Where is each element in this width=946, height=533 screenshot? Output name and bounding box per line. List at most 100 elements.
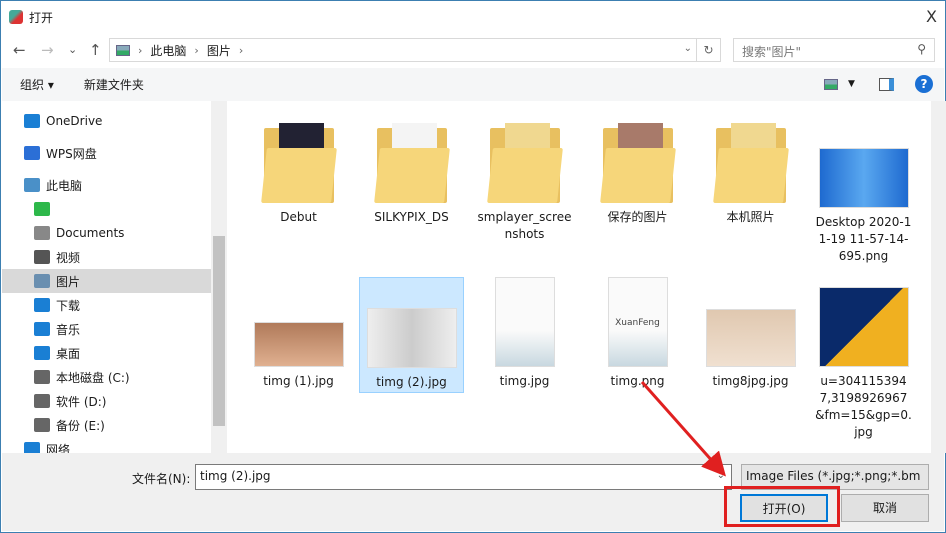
folder-item[interactable]: 本机照片 <box>698 113 803 226</box>
sidebar-item-icon <box>34 202 50 216</box>
sidebar-item-label: 本地磁盘 (C:) <box>56 370 130 385</box>
sidebar-item-icon <box>34 274 50 288</box>
preview-pane-icon[interactable] <box>879 78 894 91</box>
sidebar-item-icon <box>24 442 40 453</box>
sidebar-item[interactable]: 本地磁盘 (C:) <box>2 365 211 389</box>
file-name: 本机照片 <box>726 210 775 224</box>
folder-item[interactable]: 保存的图片 <box>585 113 690 226</box>
folder-item[interactable]: SILKYPIX_DS <box>359 113 464 226</box>
sidebar-item[interactable]: WPS网盘 <box>2 141 211 165</box>
sidebar-item-icon <box>34 298 50 312</box>
help-icon[interactable]: ? <box>915 75 933 93</box>
address-bar[interactable]: › 此电脑 › 图片 › ⌄ ↻ <box>109 38 721 62</box>
bottom-panel: 文件名(N): timg (2).jpg ⌄ Image Files (*.jp… <box>2 453 944 531</box>
sidebar-item-label: 网络 <box>46 442 71 454</box>
sidebar-item[interactable]: OneDrive <box>2 109 211 133</box>
open-button[interactable]: 打开(O) <box>740 494 828 522</box>
folder-icon <box>260 123 337 203</box>
image-thumbnail <box>494 277 555 367</box>
filetype-select[interactable]: Image Files (*.jpg;*.png;*.bm <box>741 464 929 490</box>
file-name: Debut <box>280 210 317 224</box>
sidebar-item-label: 图片 <box>56 274 81 289</box>
sidebar-item[interactable]: 桌面 <box>2 341 211 365</box>
file-list: Debut SILKYPIX_DS smplayer_screenshots 保存的图… <box>229 101 931 453</box>
file-item[interactable]: timg8jpg.jpg <box>698 277 803 390</box>
sidebar-item[interactable]: 备份 (E:) <box>2 413 211 437</box>
sidebar-item[interactable]: 视频 <box>2 245 211 269</box>
close-button[interactable]: X <box>926 7 937 26</box>
new-folder-button[interactable]: 新建文件夹 <box>84 76 144 93</box>
sidebar-item-label: 视频 <box>56 250 81 265</box>
sidebar-item-icon <box>24 178 40 192</box>
sidebar-item-icon <box>34 346 50 360</box>
sidebar-item-label: 备份 (E:) <box>56 418 105 433</box>
sidebar-item-icon <box>34 418 50 432</box>
sidebar-item-label: 桌面 <box>56 346 81 361</box>
sidebar-item[interactable] <box>2 197 211 221</box>
cancel-button[interactable]: 取消 <box>841 494 929 522</box>
image-thumbnail <box>253 322 344 367</box>
folder-icon <box>486 123 563 203</box>
recent-locations-icon[interactable]: ⌄ <box>68 43 77 56</box>
forward-icon[interactable]: → <box>41 41 54 59</box>
breadcrumb-this-pc[interactable]: 此电脑 <box>150 42 186 59</box>
sidebar-scrollbar[interactable] <box>211 101 227 453</box>
sidebar-item-label: 软件 (D:) <box>56 394 107 409</box>
file-item[interactable]: Desktop 2020-11-19 11-57-14-695.png <box>811 113 916 265</box>
image-thumbnail <box>818 287 909 367</box>
up-icon[interactable]: ↑ <box>89 41 102 59</box>
file-name: timg8jpg.jpg <box>712 374 789 388</box>
file-name: u=3041153947,3198926967&fm=15&gp=0.jpg <box>815 374 912 439</box>
folder-item[interactable]: smplayer_screenshots <box>472 113 577 243</box>
file-item[interactable]: timg (2).jpg <box>359 277 464 393</box>
chevron-down-icon[interactable]: ⌄ <box>684 43 692 54</box>
sidebar-item[interactable]: 网络 <box>2 437 211 453</box>
breadcrumb-pictures[interactable]: 图片 <box>207 42 231 59</box>
sidebar-item-icon <box>24 146 40 160</box>
image-thumbnail <box>705 309 796 367</box>
navigation-bar: ← → ⌄ ↑ › 此电脑 › 图片 › ⌄ ↻ 搜索"图片" ⚲ <box>1 37 945 63</box>
filename-input[interactable]: timg (2).jpg ⌄ <box>195 464 732 490</box>
folder-item[interactable]: Debut <box>246 113 351 226</box>
search-icon: ⚲ <box>917 42 926 56</box>
back-icon[interactable]: ← <box>13 41 26 59</box>
sidebar-item-icon <box>24 114 40 128</box>
open-file-dialog: 打开 X ← → ⌄ ↑ › 此电脑 › 图片 › ⌄ ↻ 搜索"图片" ⚲ 组… <box>0 0 946 533</box>
file-item[interactable]: timg.jpg <box>472 277 577 390</box>
file-item[interactable]: XuanFeng timg.png <box>585 277 690 390</box>
image-thumbnail <box>366 308 457 368</box>
sidebar-item-icon <box>34 226 50 240</box>
sidebar-item[interactable]: 软件 (D:) <box>2 389 211 413</box>
sidebar-item[interactable]: 音乐 <box>2 317 211 341</box>
app-icon <box>9 10 23 24</box>
file-name: Desktop 2020-11-19 11-57-14-695.png <box>815 215 912 263</box>
sidebar-item-label: Documents <box>56 226 125 240</box>
file-name: smplayer_screenshots <box>477 210 572 241</box>
breadcrumb-separator: › <box>238 43 244 57</box>
organize-button[interactable]: 组织 ▾ <box>20 76 54 93</box>
chevron-down-icon[interactable]: ⌄ <box>717 470 725 481</box>
file-list-scrollbar[interactable] <box>931 101 946 453</box>
sidebar-item-label: WPS网盘 <box>46 146 97 161</box>
window-title: 打开 <box>29 10 54 25</box>
toolbar: 组织 ▾ 新建文件夹 ▼ ? <box>2 68 944 101</box>
sidebar-item[interactable]: 下载 <box>2 293 211 317</box>
view-options-icon[interactable] <box>824 79 838 90</box>
sidebar-item-label: 音乐 <box>56 322 81 337</box>
file-name: SILKYPIX_DS <box>374 210 449 224</box>
refresh-button[interactable]: ↻ <box>696 39 720 61</box>
folder-icon <box>373 123 450 203</box>
search-input[interactable]: 搜索"图片" ⚲ <box>733 38 935 62</box>
sidebar-item[interactable]: Documents <box>2 221 211 245</box>
sidebar-item[interactable]: 此电脑 <box>2 173 211 197</box>
sidebar-item[interactable]: 图片 <box>2 269 211 293</box>
scrollbar-thumb[interactable] <box>213 236 225 426</box>
file-item[interactable]: u=3041153947,3198926967&fm=15&gp=0.jpg <box>811 277 916 441</box>
image-thumbnail: XuanFeng <box>607 277 668 367</box>
filename-label: 文件名(N): <box>132 472 191 486</box>
chevron-down-icon[interactable]: ▼ <box>848 79 855 89</box>
file-name: timg (2).jpg <box>376 375 447 389</box>
pictures-icon <box>116 44 130 56</box>
filename-value: timg (2).jpg <box>200 469 271 483</box>
file-item[interactable]: timg (1).jpg <box>246 277 351 390</box>
